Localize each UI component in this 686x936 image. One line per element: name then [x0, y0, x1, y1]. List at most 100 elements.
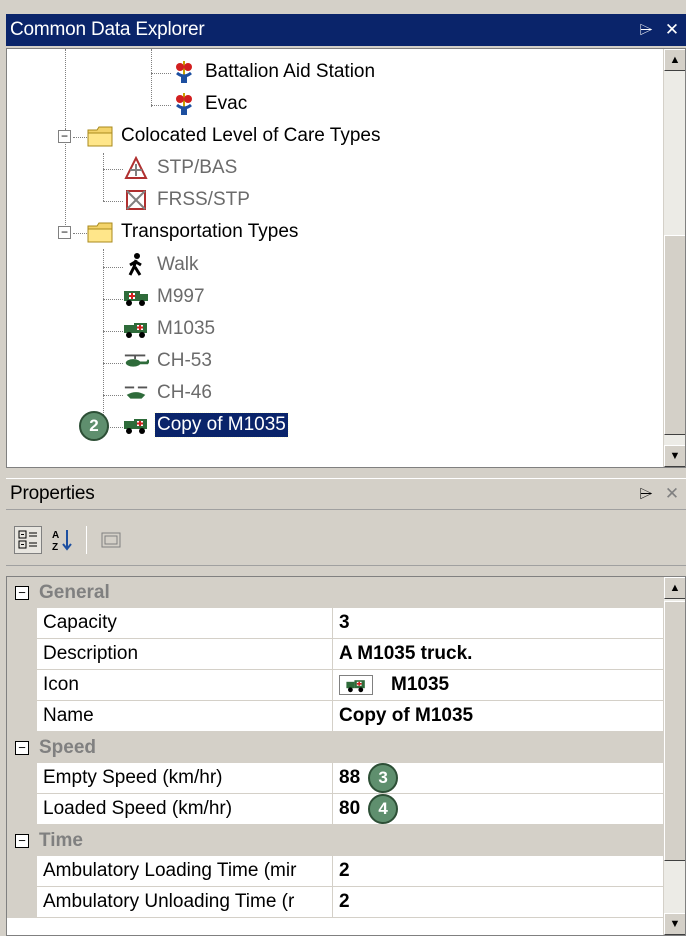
tree-item-frss-stp[interactable]: FRSS/STP: [123, 185, 252, 215]
walk-icon: [123, 252, 149, 278]
properties-title: Properties: [10, 483, 95, 504]
property-row-description[interactable]: Description A M1035 truck.: [7, 639, 663, 670]
tree-item-evac[interactable]: Evac: [171, 89, 249, 119]
folder-icon: [87, 123, 113, 149]
folder-icon: [87, 219, 113, 245]
tree-item-label: Copy of M1035: [154, 412, 289, 438]
alphabetical-sort-button[interactable]: AZ: [48, 526, 76, 554]
pin-icon[interactable]: ⌲: [638, 20, 654, 40]
property-value[interactable]: 88 3: [333, 763, 663, 793]
scroll-thumb[interactable]: [664, 235, 685, 435]
category-label: General: [39, 581, 110, 603]
tree-item-transportation-types[interactable]: Transportation Types: [87, 217, 300, 247]
property-name: Name: [37, 701, 333, 731]
svg-text:A: A: [52, 530, 59, 541]
toolbar-separator: [86, 525, 87, 554]
truck-icon: [123, 316, 149, 342]
tree-item-label: M1035: [157, 318, 216, 339]
pin-icon[interactable]: ⌲: [638, 484, 654, 504]
category-time[interactable]: − Time: [7, 825, 663, 856]
category-general[interactable]: − General: [7, 577, 663, 608]
category-label: Time: [39, 829, 84, 851]
explorer-titlebar: Common Data Explorer ⌲ ✕: [6, 14, 686, 46]
property-row-ambulatory-unloading-time[interactable]: Ambulatory Unloading Time (r 2: [7, 887, 663, 918]
properties-titlebar: Properties ⌲ ✕: [6, 478, 686, 510]
categorized-view-button[interactable]: [14, 525, 42, 554]
icon-value-label: M1035: [391, 674, 450, 695]
tree-item-label: Walk: [157, 254, 199, 275]
explorer-tree[interactable]: − − Battalion Aid Station Evac Colocated…: [6, 48, 686, 468]
truck-icon: [339, 675, 373, 695]
property-name: Description: [37, 639, 333, 669]
tree-item-label: M997: [157, 286, 205, 307]
property-value[interactable]: 3: [333, 608, 663, 638]
close-icon[interactable]: ✕: [664, 20, 680, 40]
property-name: Ambulatory Loading Time (mir: [37, 856, 333, 886]
tree-item-label: CH-46: [157, 382, 212, 403]
collapse-icon[interactable]: −: [15, 833, 29, 848]
property-value[interactable]: 80 4: [333, 794, 663, 824]
properties-toolbar: AZ: [6, 514, 686, 566]
tree-item-label: FRSS/STP: [157, 189, 250, 210]
explorer-scrollbar[interactable]: ▲ ▼: [663, 49, 685, 467]
tree-item-label: Evac: [205, 93, 248, 114]
tree-item-stp-bas[interactable]: STP/BAS: [123, 153, 239, 183]
tree-item-label: Colocated Level of Care Types: [121, 125, 381, 146]
property-pages-button[interactable]: [97, 526, 125, 554]
tree-item-ch-53[interactable]: CH-53: [123, 346, 214, 376]
property-row-icon[interactable]: Icon M1035: [7, 670, 663, 701]
tree-item-m997[interactable]: M997: [123, 282, 207, 312]
category-label: Speed: [39, 736, 97, 758]
tree-item-label: Battalion Aid Station: [205, 61, 376, 82]
property-value[interactable]: A M1035 truck.: [333, 639, 663, 669]
tree-item-colocated-level-of-care-types[interactable]: Colocated Level of Care Types: [87, 121, 382, 151]
tree-item-ch-46[interactable]: CH-46: [123, 378, 214, 408]
collapse-colocated-button[interactable]: −: [58, 130, 71, 143]
property-value[interactable]: Copy of M1035: [333, 701, 663, 731]
scroll-up-button[interactable]: ▲: [664, 577, 685, 599]
property-row-loaded-speed[interactable]: Loaded Speed (km/hr) 80 4: [7, 794, 663, 825]
helicopter-icon: [123, 380, 149, 406]
scroll-thumb[interactable]: [664, 601, 685, 861]
tree-item-label: CH-53: [157, 350, 212, 371]
scroll-down-button[interactable]: ▼: [664, 445, 685, 467]
property-name: Ambulatory Unloading Time (r: [37, 887, 333, 917]
medical-icon: [171, 91, 197, 117]
property-row-capacity[interactable]: Capacity 3: [7, 608, 663, 639]
explorer-title: Common Data Explorer: [10, 19, 205, 40]
property-value[interactable]: 2: [333, 887, 663, 917]
callout-badge-2: 2: [79, 411, 109, 441]
property-grid[interactable]: − General Capacity 3 Description A M1035…: [6, 576, 686, 936]
property-row-empty-speed[interactable]: Empty Speed (km/hr) 88 3: [7, 763, 663, 794]
properties-scrollbar[interactable]: ▲ ▼: [663, 577, 685, 935]
collapse-transportation-button[interactable]: −: [58, 226, 71, 239]
property-name: Loaded Speed (km/hr): [37, 794, 333, 824]
tree-item-label: STP/BAS: [157, 157, 238, 178]
tree-item-label: Transportation Types: [121, 221, 299, 242]
category-speed[interactable]: − Speed: [7, 732, 663, 763]
truck-icon: [123, 412, 149, 438]
property-row-name[interactable]: Name Copy of M1035: [7, 701, 663, 732]
property-name: Empty Speed (km/hr): [37, 763, 333, 793]
empty-speed-value: 88: [339, 767, 361, 788]
close-icon[interactable]: ✕: [664, 484, 680, 504]
callout-badge-3: 3: [368, 763, 399, 793]
care-station-icon: [123, 155, 149, 181]
property-value[interactable]: M1035: [333, 670, 663, 700]
tree-item-copy-of-m1035[interactable]: Copy of M1035: [123, 410, 289, 440]
property-value[interactable]: 2: [333, 856, 663, 886]
property-pages-icon: [101, 532, 121, 547]
collapse-icon[interactable]: −: [15, 740, 29, 755]
tree-item-walk[interactable]: Walk: [123, 250, 201, 280]
categorized-icon: [18, 530, 37, 548]
collapse-icon[interactable]: −: [15, 585, 29, 600]
tree-item-m1035[interactable]: M1035: [123, 314, 217, 344]
sort-az-icon: AZ: [52, 529, 72, 552]
scroll-up-button[interactable]: ▲: [664, 49, 685, 71]
tree-item-battalion-aid-station[interactable]: Battalion Aid Station: [171, 57, 377, 87]
property-name: Icon: [37, 670, 333, 700]
property-name: Capacity: [37, 608, 333, 638]
property-row-ambulatory-loading-time[interactable]: Ambulatory Loading Time (mir 2: [7, 856, 663, 887]
scroll-down-button[interactable]: ▼: [664, 913, 685, 935]
loaded-speed-value: 80: [339, 798, 361, 819]
